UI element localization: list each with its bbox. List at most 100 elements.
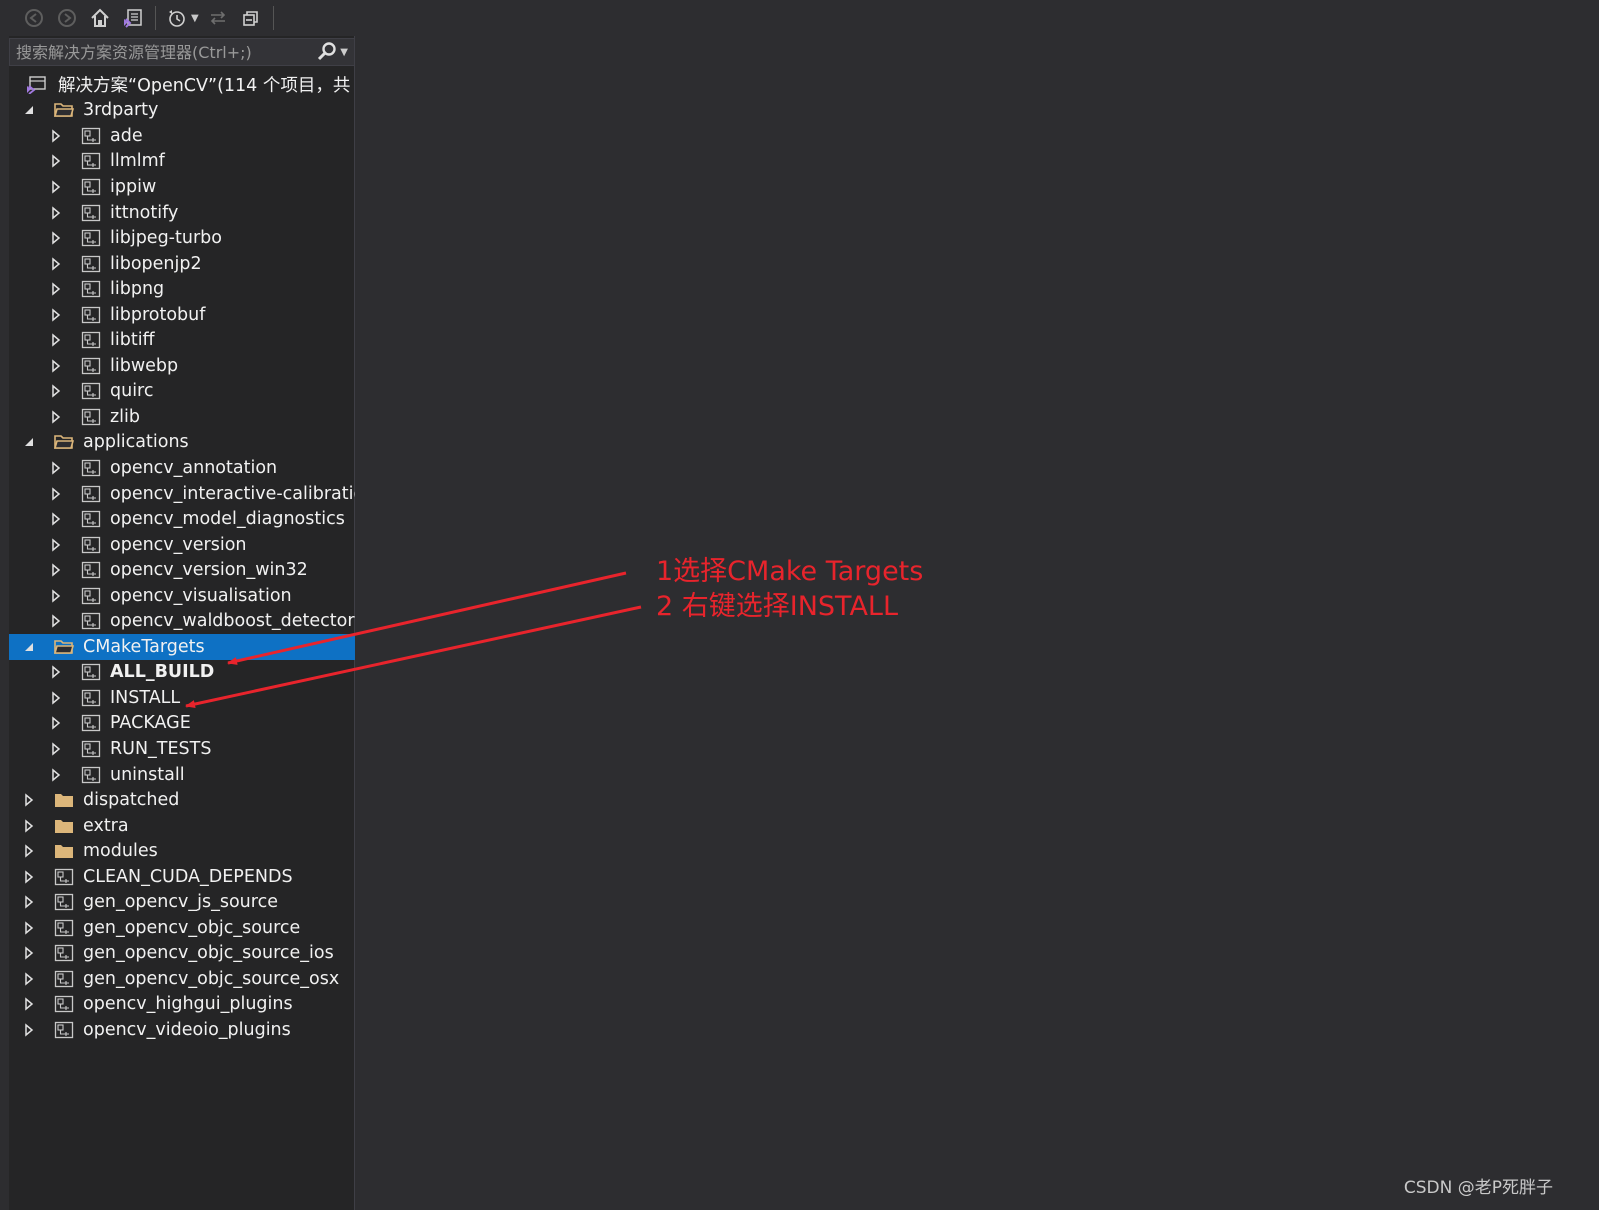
sync-icon[interactable] (205, 5, 231, 31)
solution-root[interactable]: 解决方案“OpenCV”(114 个项目，共 (9, 72, 355, 98)
tree-item-package[interactable]: PACKAGE (9, 711, 355, 737)
tree-item-all-build[interactable]: ALL_BUILD (9, 660, 355, 686)
tree-item-run-tests[interactable]: RUN_TESTS (9, 736, 355, 762)
expand-arrow-icon[interactable] (49, 716, 63, 731)
tree-item-libwebp[interactable]: libwebp (9, 353, 355, 379)
tree-item-libjpeg-turbo[interactable]: libjpeg-turbo (9, 225, 355, 251)
project-icon (81, 306, 101, 324)
tree-item-opencv-visualisation[interactable]: opencv_visualisation (9, 583, 355, 609)
expand-arrow-icon[interactable] (22, 793, 36, 807)
back-icon[interactable] (21, 5, 47, 31)
expand-arrow-icon[interactable] (22, 946, 36, 960)
expand-arrow-icon[interactable] (49, 308, 63, 322)
expand-arrow-icon[interactable] (49, 614, 63, 628)
tree-item-extra[interactable]: extra (9, 813, 355, 839)
tree-item-clean-cuda-depends[interactable]: CLEAN_CUDA_DEPENDS (9, 864, 355, 890)
vs-solution-icon[interactable] (120, 5, 146, 31)
history-icon[interactable] (164, 5, 190, 31)
expand-arrow-icon[interactable] (49, 691, 63, 705)
tree-item-opencv-version[interactable]: opencv_version (9, 532, 355, 558)
expand-arrow-icon[interactable] (49, 742, 63, 756)
tree-item-opencv-waldboost-detector[interactable]: opencv_waldboost_detector (9, 608, 355, 634)
tree-item-llmlmf[interactable]: llmlmf (9, 149, 355, 175)
tree-item-zlib[interactable]: zlib (9, 404, 355, 430)
tree-item-label: 3rdparty (83, 100, 159, 121)
expand-arrow-icon[interactable] (49, 384, 63, 398)
tree-item-opencv-model-diagnostics[interactable]: opencv_model_diagnostics (9, 506, 355, 532)
expand-arrow-icon[interactable] (49, 486, 63, 501)
tree-item-opencv-highgui-plugins[interactable]: opencv_highgui_plugins (9, 992, 355, 1018)
tree-item-quirc[interactable]: quirc (9, 379, 355, 405)
tree-item-uninstall[interactable]: uninstall (9, 762, 355, 788)
expand-arrow-icon[interactable] (22, 921, 36, 935)
expand-arrow-icon[interactable] (49, 589, 63, 603)
search-input[interactable] (16, 42, 317, 62)
toolbar-separator (272, 6, 274, 30)
expand-arrow-icon[interactable] (49, 410, 63, 424)
tree-item-libprotobuf[interactable]: libprotobuf (9, 302, 355, 328)
project-icon (81, 382, 101, 400)
tree-item-modules[interactable]: modules (9, 838, 355, 864)
search-box[interactable]: ▼ (9, 38, 355, 66)
tree-item-opencv-annotation[interactable]: opencv_annotation (9, 455, 355, 481)
collapse-arrow-icon[interactable] (22, 640, 36, 654)
collapse-arrow-icon[interactable] (22, 103, 36, 117)
expand-arrow-icon[interactable] (49, 231, 63, 245)
tree-item-ittnotify[interactable]: ittnotify (9, 200, 355, 226)
expand-arrow-icon[interactable] (49, 256, 63, 271)
forward-icon[interactable] (54, 5, 80, 31)
expand-arrow-icon[interactable] (22, 870, 36, 884)
expand-arrow-icon[interactable] (49, 205, 63, 220)
tree-item-gen-opencv-objc-source[interactable]: gen_opencv_objc_source (9, 915, 355, 941)
project-icon (81, 766, 101, 784)
tree-item-cmaketargets[interactable]: CMakeTargets (9, 634, 355, 660)
tree-item-applications[interactable]: applications (9, 430, 355, 456)
expand-arrow-icon[interactable] (49, 180, 63, 194)
expand-arrow-icon[interactable] (49, 333, 63, 347)
expand-arrow-icon[interactable] (49, 538, 63, 552)
collapse-arrow-icon[interactable] (22, 435, 36, 449)
tree-item-opencv-interactive-calibration[interactable]: opencv_interactive-calibration (9, 481, 355, 507)
project-icon (81, 331, 101, 349)
expand-arrow-icon[interactable] (49, 359, 63, 373)
expand-arrow-icon[interactable] (49, 282, 63, 296)
tree-item-gen-opencv-objc-source-osx[interactable]: gen_opencv_objc_source_osx (9, 966, 355, 992)
tree-item-label: quirc (110, 381, 154, 402)
tree-item-libpng[interactable]: libpng (9, 276, 355, 302)
expand-arrow-icon[interactable] (49, 154, 63, 169)
home-icon[interactable] (87, 5, 113, 31)
expand-arrow-icon[interactable] (49, 129, 63, 143)
search-icon[interactable] (316, 41, 338, 63)
tree-item-dispatched[interactable]: dispatched (9, 787, 355, 813)
expand-arrow-icon[interactable] (22, 1023, 36, 1037)
expand-arrow-icon[interactable] (22, 895, 36, 909)
expand-arrow-icon[interactable] (49, 512, 63, 526)
tree-item-label: opencv_visualisation (110, 585, 292, 606)
expand-arrow-icon[interactable] (22, 972, 36, 986)
tree-item-gen-opencv-objc-source-ios[interactable]: gen_opencv_objc_source_ios (9, 941, 355, 967)
project-icon (81, 280, 101, 298)
expand-arrow-icon[interactable] (22, 997, 36, 1012)
tree-item-label: dispatched (83, 790, 180, 811)
tree-item-opencv-version-win32[interactable]: opencv_version_win32 (9, 557, 355, 583)
tree-item-libtiff[interactable]: libtiff (9, 327, 355, 353)
expand-arrow-icon[interactable] (49, 767, 63, 782)
project-icon (81, 178, 101, 196)
expand-arrow-icon[interactable] (22, 844, 36, 858)
tree-item-3rdparty[interactable]: 3rdparty (9, 98, 355, 124)
tree-item-gen-opencv-js-source[interactable]: gen_opencv_js_source (9, 890, 355, 916)
tree-item-ade[interactable]: ade (9, 123, 355, 149)
expand-arrow-icon[interactable] (22, 819, 36, 833)
history-dropdown-icon[interactable]: ▼ (191, 13, 199, 24)
expand-arrow-icon[interactable] (49, 563, 63, 577)
tree-item-opencv-videoio-plugins[interactable]: opencv_videoio_plugins (9, 1017, 355, 1043)
expand-arrow-icon[interactable] (49, 665, 63, 679)
collapse-all-icon[interactable] (238, 5, 264, 31)
tree-item-install[interactable]: INSTALL (9, 685, 355, 711)
search-options-dropdown-icon[interactable]: ▼ (340, 47, 348, 58)
tree-item-ippiw[interactable]: ippiw (9, 174, 355, 200)
tree-item-libopenjp2[interactable]: libopenjp2 (9, 251, 355, 277)
expand-arrow-icon[interactable] (49, 461, 63, 475)
tree-item-label: extra (83, 815, 129, 836)
folder-icon (54, 842, 74, 860)
